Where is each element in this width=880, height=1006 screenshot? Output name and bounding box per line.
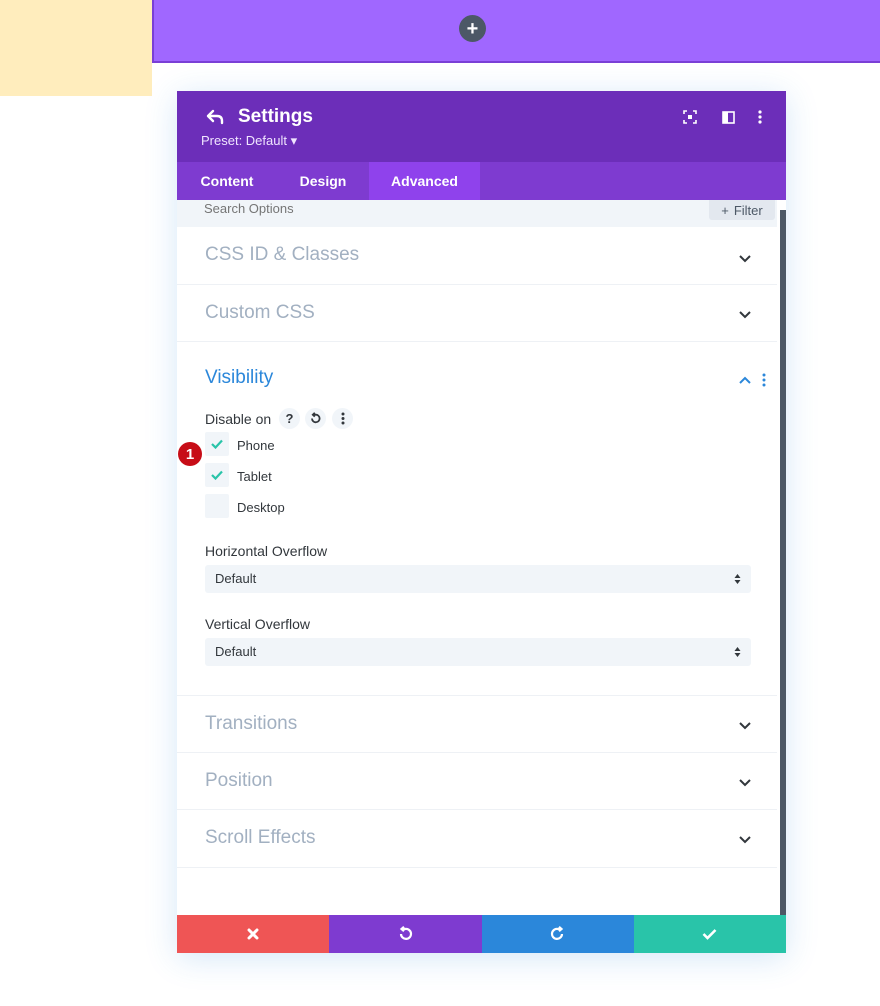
check-icon bbox=[211, 470, 223, 480]
section-css-id-classes[interactable]: CSS ID & Classes bbox=[177, 227, 777, 285]
undo-button[interactable] bbox=[329, 915, 482, 953]
tablet-label: Tablet bbox=[237, 469, 272, 484]
tablet-checkbox[interactable] bbox=[205, 463, 229, 487]
redo-button[interactable] bbox=[481, 915, 634, 953]
more-vertical-icon[interactable] bbox=[332, 408, 353, 429]
section-title: Position bbox=[205, 770, 273, 791]
section-title: Scroll Effects bbox=[205, 827, 316, 848]
select-value: Default bbox=[215, 644, 257, 659]
preset-dropdown[interactable]: Preset: Default ▾ bbox=[201, 133, 297, 149]
filter-button[interactable]: + Filter bbox=[709, 200, 775, 220]
cancel-button[interactable] bbox=[177, 915, 330, 953]
chevron-down-icon bbox=[739, 255, 751, 263]
desktop-checkbox[interactable] bbox=[205, 494, 229, 518]
chevron-down-icon bbox=[739, 311, 751, 319]
fullscreen-icon[interactable] bbox=[680, 107, 700, 127]
undo-icon bbox=[400, 926, 413, 940]
desktop-label: Desktop bbox=[237, 500, 285, 515]
select-arrows-icon bbox=[734, 647, 741, 657]
section-title: CSS ID & Classes bbox=[205, 244, 360, 265]
save-button[interactable] bbox=[633, 915, 786, 953]
chevron-down-icon bbox=[739, 779, 751, 787]
section-title: Transitions bbox=[205, 713, 298, 734]
sidebar-layout-icon[interactable] bbox=[718, 107, 738, 127]
vertical-overflow-label: Vertical Overflow bbox=[205, 616, 311, 632]
close-icon bbox=[247, 928, 259, 940]
section-custom-css[interactable]: Custom CSS bbox=[177, 285, 777, 342]
more-vertical-icon[interactable] bbox=[750, 107, 770, 127]
search-input[interactable] bbox=[204, 200, 684, 217]
modal-header: Settings Preset: Default ▾ bbox=[177, 91, 786, 162]
disable-on-label: Disable on bbox=[205, 411, 272, 427]
tab-bar: Content Design Advanced bbox=[177, 162, 786, 200]
plus-icon: + bbox=[466, 17, 479, 40]
redo-icon bbox=[550, 926, 563, 940]
section-transitions[interactable]: Transitions bbox=[177, 695, 777, 753]
phone-label: Phone bbox=[237, 438, 275, 453]
horizontal-overflow-select[interactable]: Default bbox=[205, 565, 751, 593]
tab-content[interactable]: Content bbox=[177, 162, 277, 200]
canvas-section bbox=[152, 0, 880, 63]
chevron-down-icon bbox=[739, 722, 751, 730]
section-position[interactable]: Position bbox=[177, 753, 777, 810]
chevron-down-icon bbox=[739, 836, 751, 844]
settings-modal: Settings Preset: Default ▾ Content Desig… bbox=[177, 91, 786, 953]
help-icon[interactable]: ? bbox=[279, 408, 300, 429]
filter-label: Filter bbox=[733, 202, 763, 218]
section-title-visibility[interactable]: Visibility bbox=[205, 367, 273, 389]
section-title: Custom CSS bbox=[205, 302, 315, 323]
check-icon bbox=[211, 439, 223, 449]
plus-icon: + bbox=[721, 202, 729, 218]
horizontal-overflow-label: Horizontal Overflow bbox=[205, 543, 328, 559]
reset-icon[interactable] bbox=[305, 408, 326, 429]
select-value: Default bbox=[215, 571, 257, 586]
check-icon bbox=[702, 929, 717, 940]
back-arrow-icon[interactable] bbox=[205, 107, 225, 127]
scrollbar[interactable] bbox=[780, 210, 786, 916]
tab-advanced[interactable]: Advanced bbox=[369, 162, 480, 200]
search-bar: + Filter bbox=[177, 200, 777, 227]
select-arrows-icon bbox=[734, 574, 741, 584]
vertical-overflow-select[interactable]: Default bbox=[205, 638, 751, 666]
add-module-button[interactable]: + bbox=[459, 15, 486, 42]
modal-title: Settings bbox=[238, 106, 313, 127]
tab-design[interactable]: Design bbox=[277, 162, 369, 200]
chevron-up-icon[interactable] bbox=[738, 375, 752, 385]
canvas-row-block bbox=[0, 0, 152, 96]
more-vertical-icon[interactable] bbox=[762, 373, 766, 387]
section-scroll-effects[interactable]: Scroll Effects bbox=[177, 810, 777, 868]
modal-footer bbox=[177, 915, 786, 953]
annotation-badge: 1 bbox=[178, 442, 202, 466]
phone-checkbox[interactable] bbox=[205, 432, 229, 456]
